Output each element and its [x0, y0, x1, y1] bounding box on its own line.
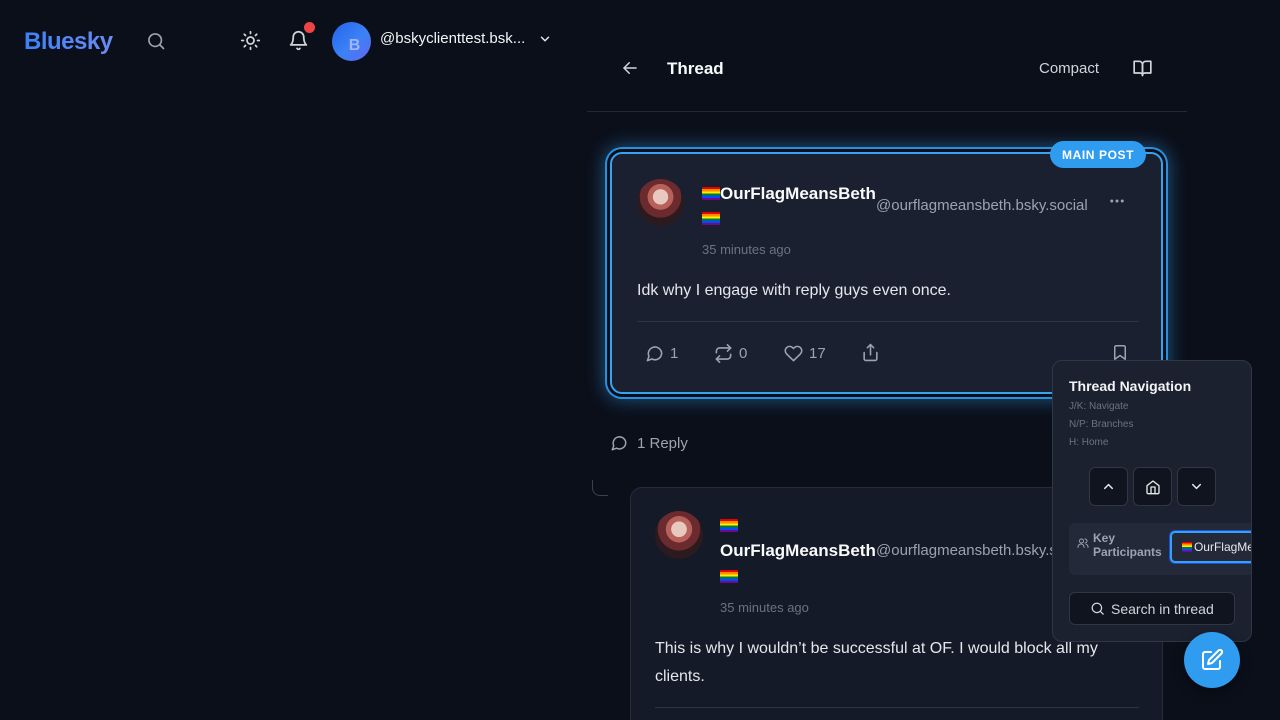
search-icon [1090, 601, 1105, 616]
compact-toggle[interactable]: Compact [1039, 60, 1099, 77]
message-circle-icon [610, 434, 628, 452]
home-icon [1145, 479, 1161, 495]
post-text: Idk why I engage with reply guys even on… [637, 282, 951, 299]
shortcut-hint: H: Home [1069, 437, 1109, 448]
main-post[interactable]: OurFlagMeansBeth @ourflagmeansbeth.bsky.… [610, 152, 1163, 394]
edit-icon [1200, 648, 1224, 672]
thread-header: Thread Compact [587, 40, 1187, 112]
search-in-thread-button[interactable]: Search in thread [1069, 592, 1235, 625]
divider [637, 321, 1139, 322]
navigate-up-button[interactable] [1089, 467, 1128, 506]
replies-label: 1 Reply [637, 434, 688, 452]
replies-header[interactable]: 1 Reply [610, 434, 688, 452]
post-timestamp[interactable]: 35 minutes ago [720, 600, 809, 615]
post-text: This is why I wouldn’t be successful at … [655, 640, 1098, 685]
author-handle[interactable]: @ourflagmeansbeth.bsky.social [876, 197, 1088, 214]
book-open-icon[interactable] [1132, 58, 1153, 78]
participants-label: Key Participants [1093, 531, 1162, 559]
navigate-down-button[interactable] [1177, 467, 1216, 506]
pride-flag-emoji [702, 212, 720, 225]
pride-flag-emoji [720, 570, 738, 583]
app-logo[interactable]: Bluesky [24, 28, 113, 56]
pride-flag-emoji [702, 187, 720, 200]
reply-count: 1 [670, 345, 679, 362]
shortcut-hint: J/K: Navigate [1069, 401, 1129, 412]
notification-badge [304, 22, 315, 33]
heart-icon [784, 344, 803, 363]
page-title: Thread [667, 59, 724, 78]
message-circle-icon [645, 344, 664, 363]
author-handle[interactable]: @ourflagmeansbeth.bsky.s [876, 542, 1057, 559]
repeat-icon [714, 344, 733, 363]
pride-flag-emoji [720, 519, 738, 532]
chevron-down-icon [1189, 479, 1204, 494]
search-label: Search in thread [1111, 600, 1214, 617]
like-button[interactable]: 17 [784, 344, 826, 363]
author-display-name[interactable]: OurFlagMeansBeth [720, 541, 876, 561]
account-handle[interactable]: @bskyclienttest.bsk... [380, 30, 525, 47]
search-icon[interactable] [146, 31, 166, 51]
arrow-left-icon[interactable] [621, 59, 639, 77]
thread-navigation-panel: Thread Navigation J/K: Navigate N/P: Bra… [1052, 360, 1252, 642]
panel-title: Thread Navigation [1069, 378, 1192, 394]
author-avatar[interactable] [637, 179, 684, 226]
participant-chip[interactable]: OurFlagMeansBeth [1170, 531, 1251, 563]
repost-button[interactable]: 0 [714, 344, 747, 363]
bell-icon[interactable] [288, 30, 309, 51]
main-post-badge: MAIN POST [1050, 141, 1147, 168]
shortcut-hint: N/P: Branches [1069, 419, 1134, 430]
like-count: 17 [809, 345, 826, 362]
thread-connector [592, 480, 608, 496]
divider [655, 707, 1139, 708]
share-icon[interactable] [861, 343, 880, 362]
account-avatar[interactable]: B [332, 22, 371, 61]
chevron-down-icon[interactable] [538, 32, 552, 46]
participant-name: OurFlagMeansBeth [1193, 540, 1251, 554]
compose-button[interactable] [1184, 632, 1240, 688]
post-timestamp[interactable]: 35 minutes ago [702, 242, 791, 257]
home-button[interactable] [1133, 467, 1172, 506]
repost-count: 0 [739, 345, 748, 362]
sun-icon[interactable] [240, 30, 261, 51]
more-horizontal-icon[interactable] [1108, 192, 1126, 210]
chevron-up-icon [1101, 479, 1116, 494]
author-display-name[interactable]: OurFlagMeansBeth [720, 184, 876, 203]
author-avatar[interactable] [655, 511, 703, 559]
users-icon [1077, 537, 1089, 549]
key-participants: Key Participants OurFlagMeansBeth [1069, 523, 1251, 575]
pride-flag-emoji [1182, 542, 1192, 552]
reply-button[interactable]: 1 [645, 344, 678, 363]
